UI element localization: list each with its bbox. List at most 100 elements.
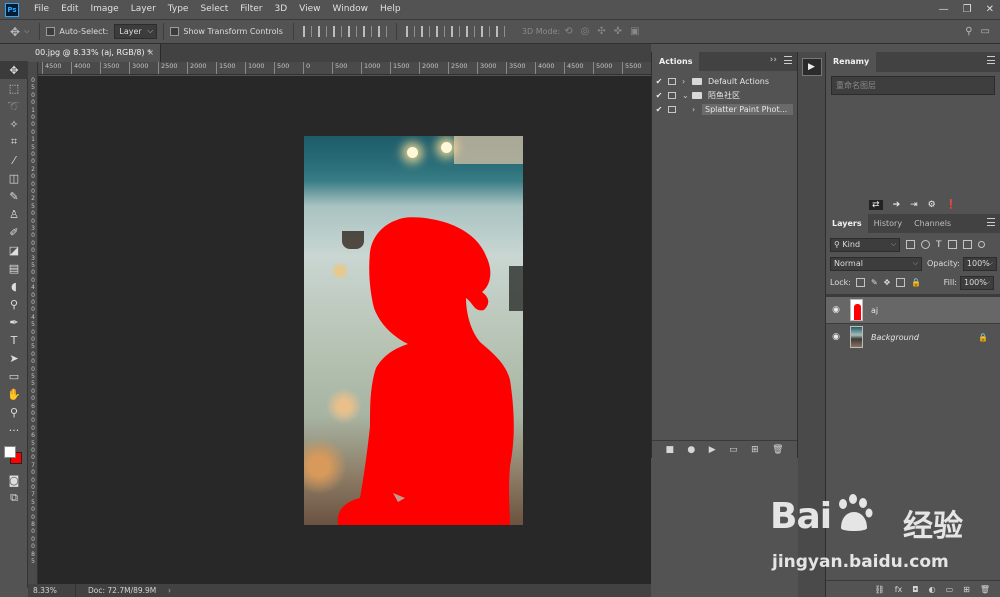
restore-button[interactable]: ❐ (963, 4, 972, 15)
rectangle-tool-icon[interactable]: ▭ (0, 367, 28, 385)
more-tools-icon[interactable]: ··· (0, 421, 28, 439)
3d-pan-icon[interactable]: ✣ (597, 26, 605, 37)
history-brush-tool-icon[interactable]: ✐ (0, 223, 28, 241)
panel-menu-icon[interactable] (784, 56, 792, 64)
delete-layer-icon[interactable]: 🗑 (980, 585, 990, 594)
document-image[interactable] (304, 136, 523, 525)
show-transform-checkbox[interactable]: Show Transform Controls (170, 27, 283, 36)
lock-artboard-icon[interactable] (896, 278, 906, 287)
search-icon[interactable]: ⚲ (965, 26, 972, 37)
tab-layers[interactable]: Layers (826, 214, 868, 233)
clone-stamp-tool-icon[interactable]: ♙ (0, 205, 28, 223)
dialog-toggle-icon[interactable] (668, 105, 676, 113)
settings-icon[interactable]: ⚙ (928, 200, 936, 210)
zoom-tool-icon[interactable]: ⚲ (0, 403, 28, 421)
path-selection-tool-icon[interactable]: ➤ (0, 349, 28, 367)
menu-view[interactable]: View (293, 0, 326, 19)
tab-channels[interactable]: Channels (908, 214, 957, 233)
menu-filter[interactable]: Filter (234, 0, 268, 19)
lock-image-icon[interactable]: ✎ (871, 278, 878, 287)
new-action-icon[interactable]: ⊞ (751, 445, 759, 455)
visibility-eye-icon[interactable]: ◉ (826, 332, 846, 342)
toggle-check-icon[interactable]: ✔ (652, 105, 666, 114)
zoom-level[interactable]: 8.33% (28, 584, 76, 597)
auto-select-checkbox[interactable]: Auto-Select: (46, 27, 108, 36)
distribute-vcenter-icon[interactable] (420, 26, 430, 37)
eraser-tool-icon[interactable]: ◪ (0, 241, 28, 259)
minimize-button[interactable]: — (939, 4, 949, 15)
fill-input[interactable]: 100% (960, 275, 994, 290)
align-vcenter-icon[interactable] (317, 26, 327, 37)
arrow-icon[interactable]: ➔ (893, 200, 901, 210)
3d-roll-icon[interactable]: ◎ (581, 26, 590, 37)
toggle-check-icon[interactable]: ✔ (652, 77, 666, 86)
menu-layer[interactable]: Layer (125, 0, 162, 19)
quick-mask-icon[interactable]: ◙ (0, 471, 28, 489)
menu-image[interactable]: Image (85, 0, 125, 19)
lock-transparent-icon[interactable] (855, 278, 865, 287)
filter-toggle-icon[interactable] (977, 241, 985, 248)
foreground-color-swatch[interactable] (4, 446, 16, 458)
export-icon[interactable]: ⇥ (910, 200, 918, 210)
filter-adjustment-icon[interactable] (921, 240, 930, 249)
3d-rotate-icon[interactable]: ⟲ (564, 26, 572, 37)
blend-mode-dropdown[interactable]: Normal (830, 256, 922, 271)
lock-position-icon[interactable]: ✥ (884, 278, 891, 287)
menu-help[interactable]: Help (374, 0, 407, 19)
gradient-tool-icon[interactable]: ▤ (0, 259, 28, 277)
expand-arrow-icon[interactable]: ⌄ (682, 91, 692, 100)
action-set-default[interactable]: ✔ › Default Actions (652, 74, 797, 88)
add-mask-icon[interactable]: ◘ (912, 585, 918, 594)
filter-smart-object-icon[interactable] (962, 240, 972, 249)
filter-pixel-icon[interactable] (906, 240, 915, 249)
dialog-toggle-icon[interactable] (668, 77, 676, 85)
distribute-top-icon[interactable] (405, 26, 415, 37)
tab-actions[interactable]: Actions (652, 52, 700, 71)
menu-window[interactable]: Window (327, 0, 375, 19)
filter-type-icon[interactable]: T (936, 240, 942, 250)
new-layer-icon[interactable]: ⊞ (963, 585, 970, 594)
info-icon[interactable]: ❗ (946, 200, 957, 210)
layer-row-background[interactable]: ◉ Background 🔒 (826, 323, 1000, 350)
visibility-eye-icon[interactable]: ◉ (826, 305, 846, 315)
tab-renamy[interactable]: Renamy (826, 52, 877, 72)
align-top-icon[interactable] (302, 26, 312, 37)
lasso-tool-icon[interactable]: ➰ (0, 97, 28, 115)
delete-icon[interactable]: 🗑 (772, 445, 783, 455)
status-menu-arrow[interactable]: › (166, 584, 171, 597)
stop-icon[interactable]: ■ (665, 445, 674, 455)
distribute-right-icon[interactable] (480, 26, 490, 37)
menu-file[interactable]: File (28, 0, 55, 19)
blur-tool-icon[interactable]: ◖ (0, 277, 28, 295)
filter-kind-dropdown[interactable]: ⚲ Kind (830, 237, 900, 252)
expand-arrow-icon[interactable]: › (692, 105, 702, 114)
layer-name[interactable]: aj (871, 306, 878, 315)
document-tab[interactable]: 00.jpg @ 8.33% (aj, RGB/8) * × (28, 44, 161, 62)
panel-menu-icon[interactable] (987, 218, 995, 226)
menu-select[interactable]: Select (194, 0, 234, 19)
align-hcenter-icon[interactable] (362, 26, 372, 37)
3d-scale-icon[interactable]: ▣ (630, 26, 639, 37)
lock-all-icon[interactable]: 🔒 (911, 278, 921, 287)
new-group-icon[interactable]: ▭ (946, 585, 954, 594)
action-splatter-paint[interactable]: ✔ › Splatter Paint Phot... (652, 102, 797, 116)
healing-brush-tool-icon[interactable]: ◫ (0, 169, 28, 187)
dodge-tool-icon[interactable]: ⚲ (0, 295, 28, 313)
magic-wand-tool-icon[interactable]: ✧ (0, 115, 28, 133)
3d-slide-icon[interactable]: ✜ (614, 26, 622, 37)
expand-arrow-icon[interactable]: › (682, 77, 692, 86)
move-tool-icon[interactable]: ✥ (10, 25, 20, 39)
type-tool-icon[interactable]: T (0, 331, 28, 349)
distribute-bottom-icon[interactable] (435, 26, 445, 37)
align-left-icon[interactable] (347, 26, 357, 37)
rename-layer-input[interactable]: 重命名图层 (831, 76, 995, 95)
panel-menu-icon[interactable] (987, 56, 995, 64)
toggle-check-icon[interactable]: ✔ (652, 91, 666, 100)
opacity-input[interactable]: 100% (962, 256, 997, 271)
screen-mode-icon[interactable]: ⧉ (0, 489, 28, 507)
hand-tool-icon[interactable]: ✋ (0, 385, 28, 403)
play-icon[interactable]: ▶ (709, 445, 716, 455)
adjustment-layer-icon[interactable]: ◐ (929, 585, 936, 594)
pen-tool-icon[interactable]: ✒ (0, 313, 28, 331)
distribute-hcenter-icon[interactable] (465, 26, 475, 37)
